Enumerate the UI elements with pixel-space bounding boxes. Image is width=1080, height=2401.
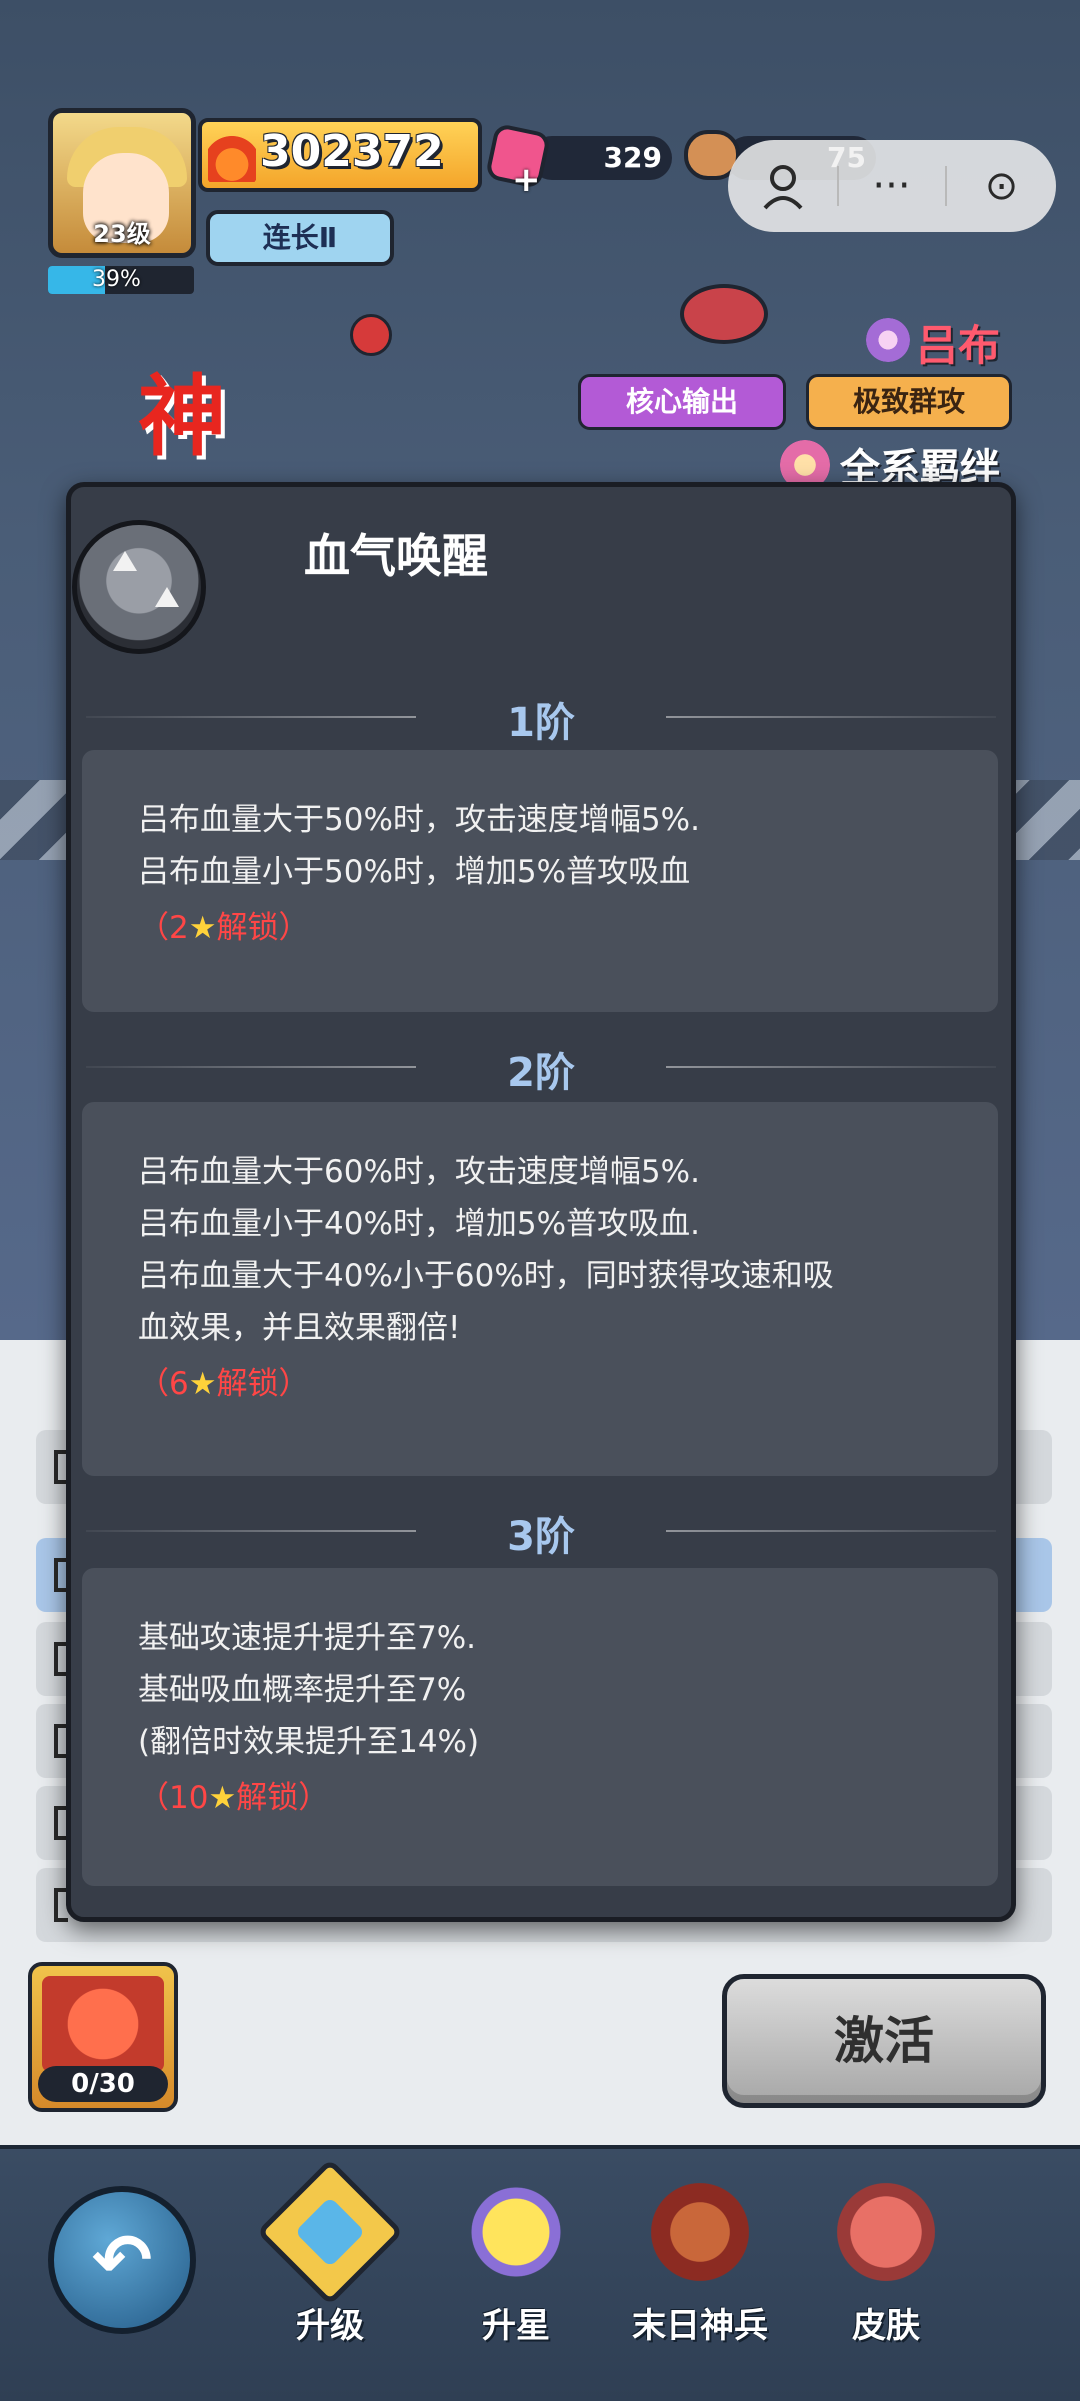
faction-icon <box>866 318 910 362</box>
skill-icon <box>72 520 206 654</box>
player-avatar[interactable]: 23级 <box>48 108 196 258</box>
combat-power: 302372 <box>198 118 482 192</box>
nav-label: 升级 <box>296 2306 364 2346</box>
tier-heading: 1阶 <box>86 686 996 746</box>
unlock-requirement: （10★解锁） <box>138 1780 330 1816</box>
tag-aoe: 极致群攻 <box>806 374 1012 430</box>
tier-text: 吕布血量小于40%时，增加5%普攻吸血. <box>138 1206 700 1242</box>
exp-percent: 39% <box>92 267 141 292</box>
hero-art-decoration <box>350 314 392 356</box>
hero-art-decoration <box>680 284 768 344</box>
exp-bar: 39% <box>48 266 194 294</box>
rank-badge[interactable]: 连长Ⅱ <box>206 210 394 266</box>
star-icon: ★ <box>188 910 217 946</box>
tier-text: 吕布血量大于40%小于60%时，同时获得攻速和吸 <box>138 1258 834 1294</box>
star-up-icon <box>464 2180 568 2284</box>
upgrade-icon <box>256 2158 404 2306</box>
tier-text: 吕布血量大于60%时，攻击速度增幅5%. <box>138 1154 700 1190</box>
star-icon: ★ <box>188 1366 217 1402</box>
record-icon[interactable]: ⊙ <box>947 140 1056 232</box>
hero-portrait-icon <box>42 1976 164 2072</box>
nav-star-up[interactable]: 升星 <box>436 2180 596 2350</box>
nav-label: 皮肤 <box>852 2306 920 2346</box>
skin-icon <box>834 2180 938 2284</box>
mini-program-capsule: ··· ⊙ <box>728 140 1056 232</box>
back-arrow-icon: ↶ <box>91 2218 153 2302</box>
add-gem-icon[interactable]: + <box>512 160 541 200</box>
gem-count: 329 <box>603 141 662 174</box>
tier-label: 3阶 <box>507 1514 575 1560</box>
fragment-count: 0/30 <box>38 2066 168 2102</box>
tier-text: 基础吸血概率提升至7% <box>138 1672 467 1708</box>
tier-text: 基础攻速提升提升至7%. <box>138 1620 477 1656</box>
gem-counter[interactable]: 329 <box>530 136 672 180</box>
activate-button[interactable]: 激活 <box>722 1974 1046 2108</box>
tier-card: 吕布血量大于60%时，攻击速度增幅5%. 吕布血量小于40%时，增加5%普攻吸血… <box>82 1102 998 1476</box>
tier-text: 血效果，并且效果翻倍! <box>138 1310 461 1346</box>
tier-label: 1阶 <box>507 700 575 746</box>
combat-power-value: 302372 <box>260 126 444 177</box>
player-level: 23级 <box>93 220 151 248</box>
hero-fragment-card[interactable]: 0/30 <box>28 1962 178 2112</box>
back-button[interactable]: ↶ <box>48 2186 196 2334</box>
tier-heading: 3阶 <box>86 1500 996 1560</box>
tag-core-output: 核心输出 <box>578 374 786 430</box>
unlock-requirement: （6★解锁） <box>138 1366 310 1402</box>
nav-label: 末日神兵 <box>632 2306 768 2346</box>
tier-text: 吕布血量小于50%时，增加5%普攻吸血 <box>138 854 691 890</box>
tier-card: 吕布血量大于50%时，攻击速度增幅5%. 吕布血量小于50%时，增加5%普攻吸血… <box>82 750 998 1012</box>
gamepad-icon[interactable] <box>728 140 837 232</box>
hero-banner-text: 神 <box>138 365 227 468</box>
tier-text: 吕布血量大于50%时，攻击速度增幅5%. <box>138 802 700 838</box>
star-icon: ★ <box>208 1780 237 1816</box>
tier-heading: 2阶 <box>86 1036 996 1096</box>
nav-label: 升星 <box>482 2306 550 2346</box>
tier-card: 基础攻速提升提升至7%. 基础吸血概率提升至7% (翻倍时效果提升至14%) （… <box>82 1568 998 1886</box>
doom-weapon-icon <box>648 2180 752 2284</box>
flame-icon <box>208 132 256 182</box>
more-icon[interactable]: ··· <box>837 140 946 232</box>
unlock-requirement: （2★解锁） <box>138 910 310 946</box>
nav-upgrade[interactable]: 升级 <box>250 2158 410 2350</box>
tier-label: 2阶 <box>507 1050 575 1096</box>
nav-doom-weapon[interactable]: 末日神兵 <box>620 2180 780 2350</box>
tier-text: (翻倍时效果提升至14%) <box>138 1724 480 1760</box>
nav-skin[interactable]: 皮肤 <box>806 2180 966 2350</box>
hero-name: 吕布 <box>916 321 1001 370</box>
skill-title: 血气唤醒 <box>304 529 488 583</box>
